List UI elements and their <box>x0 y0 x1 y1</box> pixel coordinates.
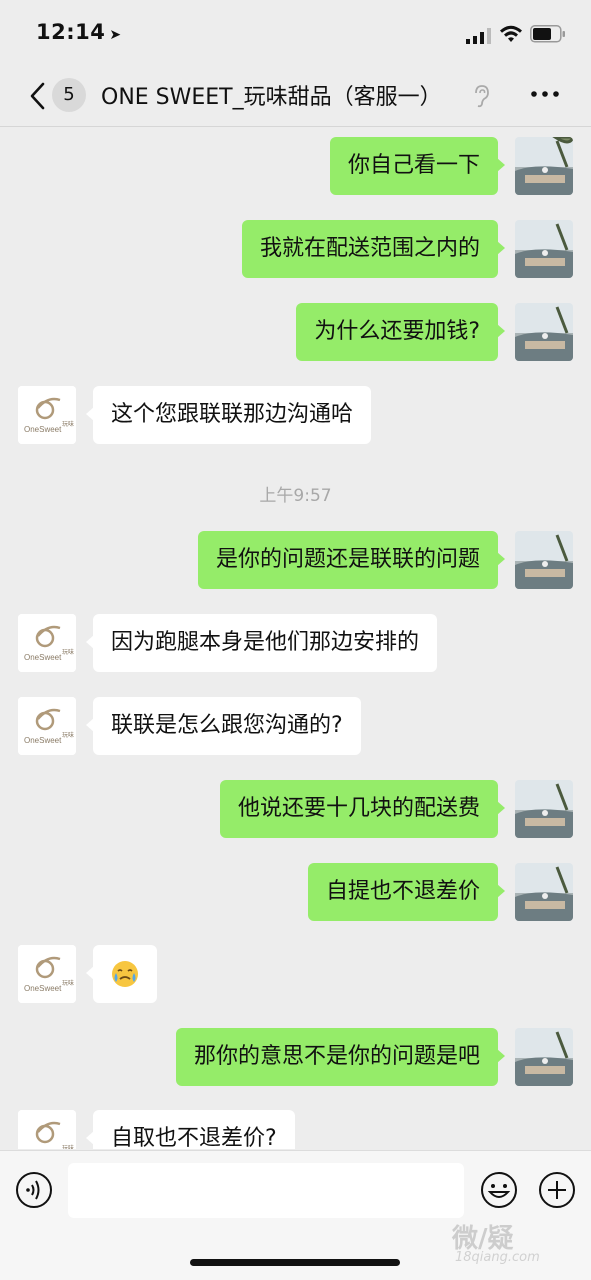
message-row: 我就在配送范围之内的 <box>0 220 591 280</box>
user-avatar[interactable] <box>515 137 573 195</box>
message-bubble[interactable] <box>86 945 157 1003</box>
shop-avatar[interactable]: OneSweet玩味 <box>18 1110 76 1149</box>
location-arrow-icon: ➤ <box>109 27 122 43</box>
user-avatar[interactable] <box>515 780 573 838</box>
user-avatar[interactable] <box>515 1028 573 1086</box>
message-bubble[interactable]: 你自己看一下 <box>329 137 506 195</box>
status-bar: 12:14 ➤ <box>0 0 591 70</box>
message-row: 为什么还要加钱? <box>0 303 591 363</box>
emoji-icon[interactable] <box>480 1171 518 1209</box>
message-row: OneSweet 玩味 因为跑腿本身是他们那边安排的 <box>0 614 591 674</box>
message-bubble[interactable]: 是你的问题还是联联的问题 <box>197 531 506 589</box>
shop-avatar[interactable]: OneSweet玩味 <box>18 697 76 755</box>
shop-avatar[interactable]: OneSweet玩味 <box>18 614 76 672</box>
message-row: 他说还要十几块的配送费 <box>0 780 591 840</box>
voice-input-icon[interactable] <box>15 1171 53 1209</box>
user-avatar[interactable] <box>515 303 573 361</box>
message-bubble[interactable]: 这个您跟联联那边沟通哈 <box>85 386 372 444</box>
unread-count-badge[interactable]: 5 <box>52 78 86 112</box>
back-chevron-icon[interactable] <box>28 82 48 110</box>
cellular-signal-icon <box>466 28 491 44</box>
message-row: 你自己看一下 <box>0 137 591 197</box>
home-indicator[interactable] <box>190 1259 400 1266</box>
message-bubble[interactable]: 联联是怎么跟您沟通的? <box>86 697 361 755</box>
message-input[interactable] <box>68 1163 464 1218</box>
message-row: 是你的问题还是联联的问题 <box>0 531 591 591</box>
svg-text:OneSweet: OneSweet <box>24 984 62 993</box>
status-time: 12:14 ➤ <box>36 20 122 44</box>
svg-text:OneSweet: OneSweet <box>24 736 62 745</box>
svg-text:OneSweet: OneSweet <box>24 653 62 662</box>
message-bubble[interactable]: 自取也不退差价? <box>86 1110 295 1149</box>
chat-title: ONE SWEET_玩味甜品（客服一） <box>101 85 442 110</box>
svg-text:玩味: 玩味 <box>62 420 74 428</box>
chat-history[interactable]: 你自己看一下 我就在配送范围之内的 为什么还要加钱? OneSweet 玩味 这个… <box>0 127 591 1149</box>
svg-text:玩味: 玩味 <box>62 1144 74 1149</box>
add-more-icon[interactable] <box>538 1171 576 1209</box>
user-avatar[interactable] <box>515 220 573 278</box>
battery-icon <box>530 25 565 43</box>
message-row: OneSweet 玩味 联联是怎么跟您沟通的? <box>0 697 591 757</box>
svg-text:玩味: 玩味 <box>62 731 74 739</box>
svg-text:玩味: 玩味 <box>62 648 74 656</box>
message-row: 自提也不退差价 <box>0 863 591 923</box>
message-bubble[interactable]: 他说还要十几块的配送费 <box>219 780 506 838</box>
message-bubble[interactable]: 我就在配送范围之内的 <box>241 220 506 278</box>
shop-avatar[interactable]: OneSweet玩味 <box>18 386 76 444</box>
mute-ear-icon <box>475 85 489 108</box>
message-timestamp: 上午9:57 <box>259 486 332 506</box>
svg-text:玩味: 玩味 <box>62 979 74 987</box>
message-row: OneSweet 玩味 这个您跟联联那边沟通哈 <box>0 386 591 446</box>
message-bubble[interactable]: 自提也不退差价 <box>307 863 506 921</box>
wifi-icon <box>500 25 522 42</box>
watermark-url: 18qiang.com <box>455 1250 540 1265</box>
shop-avatar[interactable]: OneSweet玩味 <box>18 945 76 1003</box>
user-avatar[interactable] <box>515 863 573 921</box>
message-bubble[interactable]: 那你的意思不是你的问题是吧 <box>175 1028 506 1086</box>
crying-emoji-icon <box>112 961 138 987</box>
message-row: 那你的意思不是你的问题是吧 <box>0 1028 591 1088</box>
message-bubble[interactable]: 因为跑腿本身是他们那边安排的 <box>85 614 438 672</box>
svg-text:OneSweet: OneSweet <box>24 425 62 434</box>
more-options-icon[interactable] <box>528 82 562 106</box>
message-row: OneSweet 玩味 <box>0 945 591 1005</box>
message-bubble[interactable]: 为什么还要加钱? <box>296 303 505 361</box>
user-avatar[interactable] <box>515 531 573 589</box>
message-row: OneSweet玩味 自取也不退差价? <box>0 1110 591 1149</box>
